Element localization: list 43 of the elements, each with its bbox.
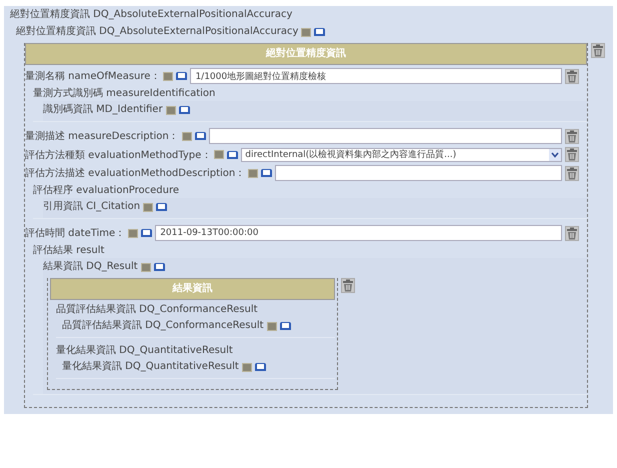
book-icon[interactable] <box>194 132 206 140</box>
book-icon[interactable] <box>314 28 326 36</box>
field-label: 量測描述 measureDescription： <box>25 130 179 143</box>
dropdown-field[interactable]: directInternal(以檢視資料集內部之內容進行品質...) <box>241 148 562 162</box>
element-label: 識別碼資訊 MD_Identifier <box>43 103 163 117</box>
book-icon[interactable] <box>227 150 238 158</box>
group-label: 量化結果資訊 DQ_QuantitativeResult <box>56 344 234 358</box>
book-icon[interactable] <box>254 363 266 371</box>
trash-icon[interactable] <box>341 278 355 293</box>
trash-icon[interactable] <box>565 68 579 84</box>
element-label: 量化結果資訊 DQ_QuantitativeResult <box>62 360 239 374</box>
group-label: 評估程序 evaluationProcedure <box>33 184 180 198</box>
text-field[interactable]: 1/1000地形圖絕對位置精度檢核 <box>190 68 562 84</box>
trash-icon[interactable] <box>565 226 579 240</box>
section-header: 絕對位置精度資訊 <box>25 43 587 65</box>
book-icon[interactable] <box>156 203 168 211</box>
book-icon[interactable] <box>154 263 165 271</box>
field-label: 評估時間 dateTime： <box>25 226 126 240</box>
book-icon[interactable] <box>261 169 272 177</box>
trash-icon[interactable] <box>565 147 579 162</box>
book-icon[interactable] <box>176 72 188 80</box>
field-label: 量測名稱 nameOfMeasure： <box>25 70 160 83</box>
group-label: 量測方式識別碼 measureIdentification <box>33 87 216 101</box>
text-field[interactable]: 2011-09-13T00:00:00 <box>155 225 562 241</box>
trash-icon[interactable] <box>565 166 579 180</box>
section-header: 結果資訊 <box>50 278 335 300</box>
field-label: 評估方法種類 evaluationMethodType： <box>25 148 212 162</box>
section-title: 絕對位置精度資訊 DQ_AbsoluteExternalPositionalAccuracy <box>10 8 294 22</box>
group-label: 品質評估結果資訊 DQ_ConformanceResult <box>56 303 259 317</box>
text-field[interactable] <box>275 165 562 181</box>
caret-icon[interactable] <box>549 148 561 160</box>
text-field[interactable] <box>208 128 562 144</box>
book-icon[interactable] <box>280 322 291 330</box>
group-label: 評估結果 result <box>33 244 106 258</box>
element-label: 絕對位置精度資訊 DQ_AbsoluteExternalPositionalAccuracy <box>16 25 298 39</box>
trash-icon[interactable] <box>565 128 579 144</box>
book-icon[interactable] <box>141 229 152 237</box>
element-label: 引用資訊 CI_Citation <box>43 200 140 214</box>
element-label: 結果資訊 DQ_Result <box>43 260 138 274</box>
trash-icon[interactable] <box>591 43 605 58</box>
field-label: 評估方法描述 evaluationMethodDescription： <box>25 166 246 180</box>
element-label: 品質評估結果資訊 DQ_ConformanceResult <box>62 319 264 333</box>
book-icon[interactable] <box>178 106 190 114</box>
